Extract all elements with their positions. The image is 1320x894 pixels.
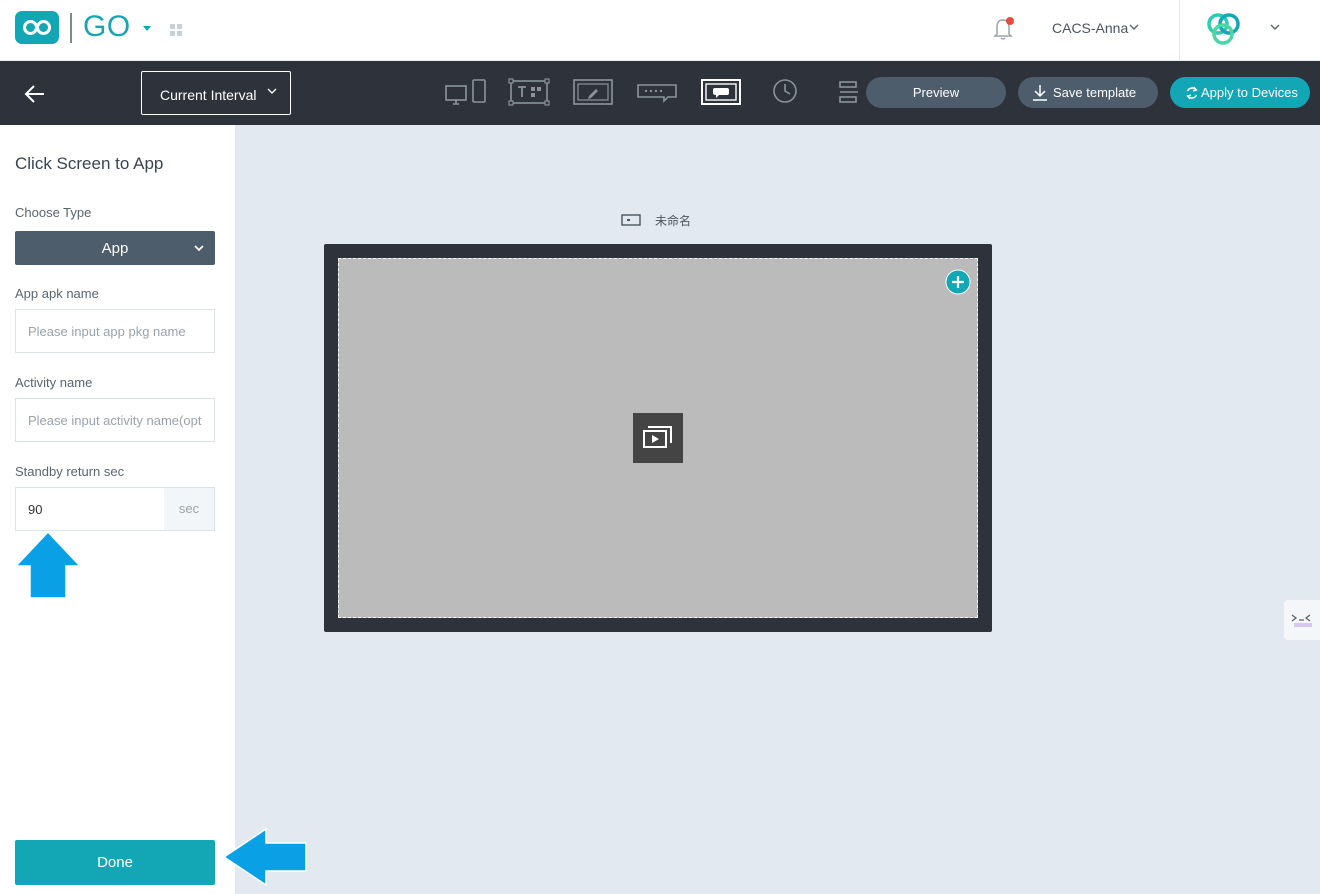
choose-type-label: Choose Type (15, 205, 92, 220)
brand-logo-icon[interactable] (1203, 11, 1245, 52)
preview-button[interactable]: Preview (866, 77, 1006, 108)
type-select[interactable]: App (15, 231, 215, 265)
type-select-value: App (101, 240, 129, 257)
apk-name-label: App apk name (15, 286, 99, 301)
app-settings-panel: Click Screen to App Choose Type App App … (0, 125, 235, 894)
standby-return-group: sec (15, 487, 215, 531)
screen-icon (621, 214, 641, 226)
apk-name-input[interactable] (15, 309, 215, 353)
message-icon[interactable] (700, 77, 742, 112)
chevron-down-icon (194, 245, 204, 252)
interval-label: Current Interval (160, 87, 257, 103)
user-menu[interactable]: CACS-Anna (1052, 20, 1128, 36)
logo-separator (70, 13, 72, 43)
media-playlist-icon[interactable] (633, 413, 683, 463)
back-arrow-icon[interactable] (22, 81, 48, 112)
standby-return-label: Standby return sec (15, 464, 125, 479)
edit-canvas-icon[interactable] (572, 77, 614, 112)
apply-to-devices-label: Apply to Devices (1201, 85, 1298, 100)
save-template-button[interactable]: Save template (1018, 77, 1158, 108)
header-divider (1179, 0, 1180, 61)
expand-icon (1291, 614, 1312, 627)
activity-name-input[interactable] (15, 398, 215, 442)
chevron-down-icon[interactable] (1128, 20, 1140, 38)
app-switch-caret-icon[interactable] (143, 26, 151, 31)
screen-layout-icon[interactable] (445, 77, 487, 112)
standby-return-input[interactable] (16, 488, 164, 530)
screen-name: 未命名 (655, 214, 692, 228)
app-name: GO (83, 10, 131, 43)
align-icon[interactable] (838, 77, 862, 112)
panel-title: Click Screen to App (15, 154, 164, 173)
seconds-unit: sec (164, 488, 214, 530)
add-icon[interactable] (945, 269, 971, 300)
up-arrow-icon (14, 530, 82, 605)
device-frame (324, 244, 992, 632)
interval-select[interactable]: Current Interval (141, 71, 291, 115)
editor-toolbar: Current Interval Preview Save template A… (0, 61, 1320, 125)
marquee-icon[interactable] (636, 77, 678, 112)
download-icon (1033, 85, 1047, 101)
done-button[interactable]: Done (15, 840, 215, 885)
chevron-down-icon (267, 88, 277, 94)
bell-icon[interactable] (992, 16, 1016, 47)
left-arrow-icon (222, 827, 308, 892)
infinity-logo-icon[interactable] (15, 11, 59, 44)
clock-icon[interactable] (772, 77, 802, 112)
top-bar: GO CACS-Anna (0, 0, 1320, 61)
side-panel-toggle[interactable] (1284, 600, 1320, 640)
screen-area[interactable] (338, 258, 978, 618)
text-qr-icon[interactable] (508, 77, 550, 112)
save-template-label: Save template (1053, 85, 1137, 100)
chevron-down-icon[interactable] (1269, 20, 1281, 38)
activity-name-label: Activity name (15, 375, 93, 390)
apps-grid-icon[interactable] (170, 23, 182, 41)
apply-to-devices-button[interactable]: Apply to Devices (1170, 77, 1310, 108)
sync-icon (1186, 86, 1198, 100)
